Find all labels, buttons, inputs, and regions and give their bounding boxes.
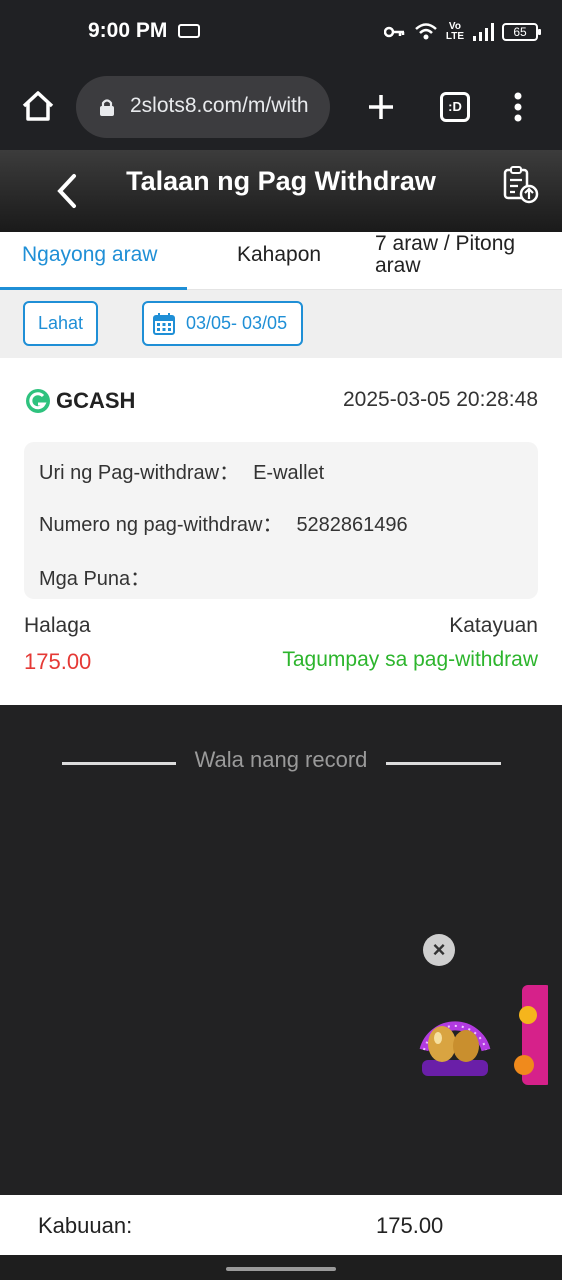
remarks-row: Mga Puna：	[39, 562, 164, 591]
list-end-area: Wala nang record ×	[0, 705, 562, 1195]
system-nav-bar	[0, 1255, 562, 1280]
total-bar: Kabuuan: 175.00	[0, 1195, 562, 1255]
tab-seven-days[interactable]: 7 araw / Pitong araw	[374, 232, 562, 290]
tab-yesterday-label: Kahapon	[237, 243, 322, 266]
url-text: 2slots8.com/m/with	[130, 94, 309, 117]
status-time: 9:00 PM	[88, 19, 168, 42]
tab-seven-days-label: 7 araw / Pitong araw	[375, 232, 516, 277]
app-header: Talaan ng Pag Withdraw	[0, 150, 562, 232]
payment-method: GCASH	[56, 388, 136, 413]
key-icon	[383, 26, 405, 38]
golden-egg-promo-icon[interactable]	[418, 990, 492, 1082]
withdraw-number-row: Numero ng pag-withdraw： 5282861496	[39, 508, 408, 537]
withdraw-type-value: E-wallet	[253, 462, 325, 484]
date-tabs: Ngayong araw Kahapon 7 araw / Pitong ara…	[0, 232, 562, 290]
tab-today[interactable]: Ngayong araw	[0, 232, 187, 290]
wifi-icon	[415, 23, 437, 40]
filter-row: Lahat 03/05- 03/05	[0, 290, 562, 358]
tabs-icon[interactable]: :D	[440, 92, 470, 122]
withdraw-type-label: Uri ng Pag-withdraw：	[39, 462, 240, 484]
plus-icon[interactable]	[362, 88, 400, 126]
amount-value: 175.00	[24, 649, 92, 674]
date-range-text: 03/05- 03/05	[186, 313, 288, 333]
tab-yesterday[interactable]: Kahapon	[187, 232, 374, 290]
home-icon[interactable]	[18, 86, 58, 126]
screen-record-icon	[178, 24, 200, 38]
address-bar[interactable]: 2slots8.com/m/with	[76, 76, 330, 138]
status-value: Tagumpay sa pag-withdraw	[282, 648, 538, 671]
record-details: Uri ng Pag-withdraw： E-wallet Numero ng p…	[24, 442, 538, 599]
volte-indicator: Vo LTE	[446, 22, 464, 42]
divider-right	[386, 762, 501, 765]
battery-icon: 65	[502, 23, 541, 41]
gcash-logo-icon	[26, 389, 50, 413]
volte-bottom: LTE	[445, 31, 464, 42]
tab-today-label: Ngayong araw	[22, 243, 158, 266]
slot-promo-icon[interactable]	[514, 975, 548, 1095]
record-upload-icon[interactable]	[500, 164, 542, 206]
gesture-handle[interactable]	[226, 1267, 336, 1271]
lock-icon	[100, 99, 114, 116]
status-bar: 9:00 PM Vo LTE 65	[0, 0, 562, 64]
remarks-label: Mga Puna：	[39, 568, 151, 590]
withdraw-type-row: Uri ng Pag-withdraw： E-wallet	[39, 456, 324, 485]
no-more-records-text: Wala nang record	[194, 747, 368, 772]
browser-toolbar: 2slots8.com/m/with :D	[0, 64, 562, 150]
status-icons: Vo LTE 65	[383, 18, 541, 46]
amount-label: Halaga	[24, 614, 91, 637]
filter-all-button[interactable]: Lahat	[23, 301, 98, 346]
menu-icon[interactable]	[504, 88, 532, 126]
page-title: Talaan ng Pag Withdraw	[126, 166, 436, 196]
signal-icon	[473, 23, 494, 41]
close-promo-button[interactable]: ×	[423, 934, 455, 966]
total-label: Kabuuan:	[38, 1213, 133, 1238]
status-label: Katayuan	[449, 614, 538, 637]
date-range-button[interactable]: 03/05- 03/05	[142, 301, 303, 346]
withdraw-number-value: 5282861496	[296, 514, 408, 536]
calendar-icon	[153, 313, 175, 335]
withdraw-record-card: GCASH 2025-03-05 20:28:48 Uri ng Pag-wit…	[0, 358, 562, 705]
total-value: 175.00	[376, 1213, 444, 1238]
record-datetime: 2025-03-05 20:28:48	[343, 388, 538, 411]
withdraw-number-label: Numero ng pag-withdraw：	[39, 514, 283, 536]
